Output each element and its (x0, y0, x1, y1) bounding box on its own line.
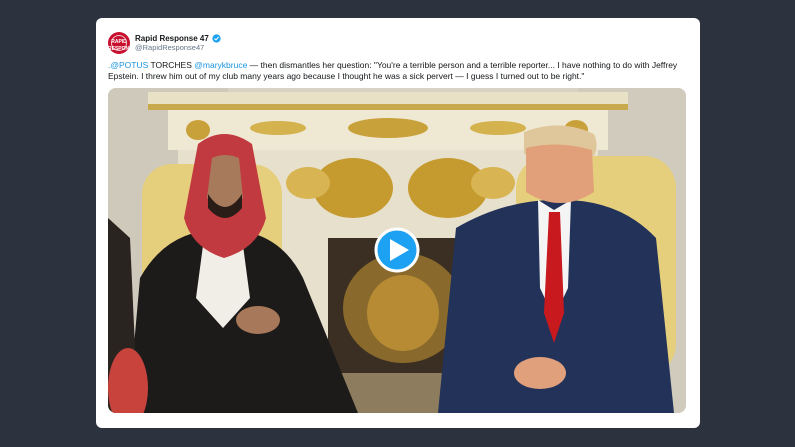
author-name[interactable]: Rapid Response 47 (135, 34, 209, 43)
tweet-text-part-1: TORCHES (148, 60, 195, 70)
tweet-text: .@POTUS TORCHES @marykbruce — then disma… (108, 60, 690, 82)
verified-badge-icon (212, 33, 221, 43)
author-handle[interactable]: @RapidResponse47 (135, 43, 204, 52)
author-avatar[interactable]: RAPID RESPONSE (108, 32, 130, 54)
video-player[interactable] (108, 88, 686, 413)
play-button[interactable] (374, 227, 420, 273)
mention-marykbruce[interactable]: @marykbruce (194, 60, 247, 70)
video-thumbnail (108, 88, 686, 413)
mention-potus[interactable]: .@POTUS (108, 60, 148, 70)
tweet-card: RAPID RESPONSE Rapid Response 47 @RapidR… (96, 18, 700, 428)
avatar-logo-text: RAPID RESPONSE (108, 39, 130, 52)
